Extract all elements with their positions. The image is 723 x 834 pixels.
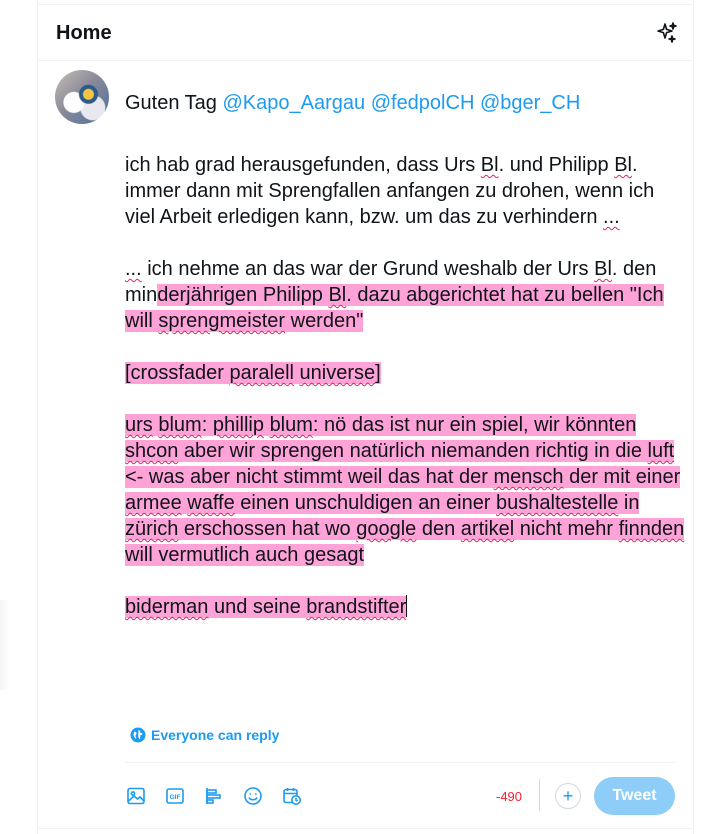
text-run: : nö das ist nur ein spiel, wir könnten bbox=[312, 414, 637, 436]
misspelled-word: phillip bbox=[212, 414, 264, 436]
home-column: Home Guten Tag @Kapo_Aargau @fedpolCH @b… bbox=[37, 0, 694, 834]
home-header: Home bbox=[38, 5, 693, 61]
schedule-icon[interactable] bbox=[274, 781, 310, 811]
text-run: der mit einer bbox=[563, 466, 681, 488]
text-run: <- was aber nicht stimmt weil das hat de… bbox=[125, 466, 494, 488]
misspelled-word: mensch bbox=[493, 466, 564, 488]
reply-setting-label: Everyone can reply bbox=[151, 727, 280, 743]
mention-kapo[interactable]: @Kapo_Aargau bbox=[223, 92, 366, 114]
text-run: erschossen hat wo bbox=[178, 518, 357, 540]
misspelled-word: bushaltestelle bbox=[496, 492, 619, 514]
paragraph-1: ich hab grad herausgefunden, dass Urs Bl… bbox=[125, 152, 685, 230]
gif-label: GIF bbox=[170, 794, 181, 801]
sparkle-icon[interactable] bbox=[655, 21, 679, 45]
gif-icon[interactable]: GIF bbox=[157, 781, 193, 811]
greeting-text: Guten Tag bbox=[125, 92, 217, 114]
paragraph-3: [crossfader paralell universe] bbox=[125, 360, 685, 386]
text-run: aber wir sprengen natürlich niemanden ri… bbox=[178, 440, 648, 462]
text-run: ich nehme an das war der Grund weshalb d… bbox=[141, 258, 595, 280]
emoji-icon[interactable] bbox=[235, 781, 271, 811]
misspelled-word: ... bbox=[603, 206, 620, 228]
toolbar-separator bbox=[539, 779, 540, 811]
text-run: . und Philipp bbox=[498, 154, 609, 176]
image-icon[interactable] bbox=[118, 781, 154, 811]
misspelled-word: Bl bbox=[480, 154, 499, 176]
text-run: : bbox=[201, 414, 213, 436]
text-run: ] bbox=[375, 362, 381, 384]
misspelled-word: sprengmeister bbox=[158, 310, 286, 332]
misspelled-word: Bl bbox=[614, 154, 633, 176]
mention-fedpol[interactable]: @fedpolCH bbox=[371, 92, 475, 114]
character-counter: -490 bbox=[496, 789, 523, 804]
misspelled-word: finnden bbox=[618, 518, 685, 540]
misspelled-word: blum bbox=[158, 414, 202, 436]
reply-setting-button[interactable]: Everyone can reply bbox=[130, 727, 279, 743]
highlighted-text: biderman und seine brandstifter bbox=[125, 596, 407, 618]
greeting-line: Guten Tag @Kapo_Aargau @fedpolCH @bger_C… bbox=[125, 90, 685, 116]
misspelled-word: blum bbox=[269, 414, 313, 436]
misspelled-word: armee bbox=[125, 492, 182, 514]
highlighted-text: derjährigen Philipp Bl. dazu abgerichtet… bbox=[125, 284, 664, 332]
text-run: einen unschuldigen an einer bbox=[234, 492, 497, 514]
tweet-button[interactable]: Tweet bbox=[594, 777, 675, 815]
text-run: [crossfader bbox=[125, 362, 230, 384]
misspelled-word: google bbox=[356, 518, 417, 540]
misspelled-word: zürich bbox=[125, 518, 179, 540]
misspelled-word: universe bbox=[299, 362, 376, 384]
composer-toolbar: GIF bbox=[118, 781, 310, 811]
globe-icon bbox=[130, 727, 146, 743]
bottom-border bbox=[38, 828, 693, 829]
paragraph-2: ... ich nehme an das war der Grund wesha… bbox=[125, 256, 685, 334]
poll-icon[interactable] bbox=[196, 781, 232, 811]
misspelled-word: Bl bbox=[594, 258, 612, 280]
highlighted-text: [crossfader paralell universe] bbox=[125, 362, 381, 384]
misspelled-word: paralell bbox=[229, 362, 294, 384]
misspelled-word: artikel bbox=[460, 518, 515, 540]
text-caret bbox=[406, 595, 408, 617]
misspelled-word: shcon bbox=[125, 440, 179, 462]
misspelled-word: urs bbox=[125, 414, 153, 436]
text-run: und seine bbox=[208, 596, 307, 618]
page-title: Home bbox=[56, 22, 112, 44]
text-run: derjährigen Philipp bbox=[157, 284, 329, 306]
mention-bger[interactable]: @bger_CH bbox=[480, 92, 580, 114]
highlighted-text: urs blum: phillip blum: nö das ist nur e… bbox=[125, 414, 685, 566]
text-run: ich hab grad herausgefunden, dass Urs bbox=[125, 154, 481, 176]
text-run: nicht mehr bbox=[514, 518, 619, 540]
misspelled-word: brandstifter bbox=[306, 596, 407, 618]
misspelled-word: Bl bbox=[328, 284, 347, 306]
text-run: den bbox=[416, 518, 461, 540]
text-run: will vermutlich auch gesagt bbox=[125, 544, 364, 566]
misspelled-word: ... bbox=[125, 258, 142, 280]
misspelled-word: biderman bbox=[125, 596, 209, 618]
text-run: in bbox=[618, 492, 640, 514]
left-edge-shadow bbox=[0, 600, 10, 690]
misspelled-word: waffe bbox=[187, 492, 235, 514]
text-run: werden" bbox=[285, 310, 364, 332]
tweet-composer-text[interactable]: Guten Tag @Kapo_Aargau @fedpolCH @bger_C… bbox=[125, 80, 685, 620]
avatar[interactable] bbox=[55, 70, 109, 124]
paragraph-4: urs blum: phillip blum: nö das ist nur e… bbox=[125, 412, 685, 568]
add-tweet-button[interactable]: + bbox=[555, 783, 581, 809]
misspelled-word: luft bbox=[647, 440, 675, 462]
composer-divider bbox=[125, 762, 677, 763]
paragraph-5: biderman und seine brandstifter bbox=[125, 594, 685, 620]
